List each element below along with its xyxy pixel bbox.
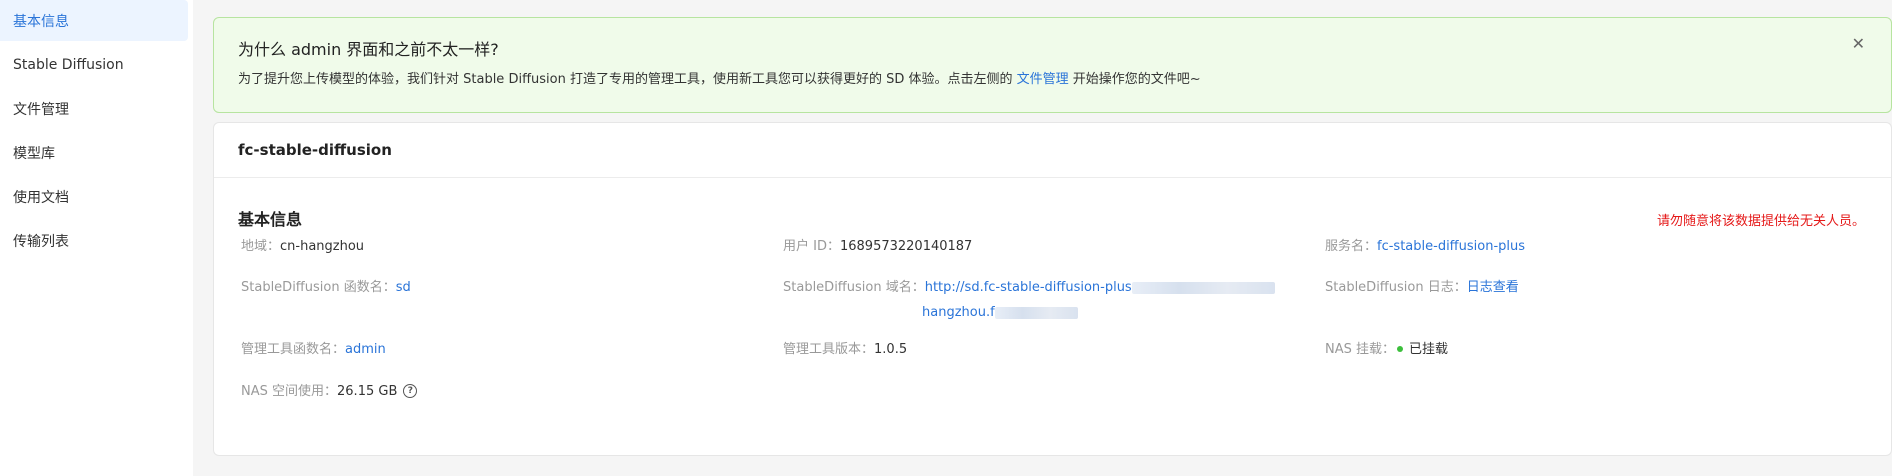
field-label: 用户 ID： bbox=[783, 239, 840, 254]
info-alert: 为什么 admin 界面和之前不太一样? 为了提升您上传模型的体验，我们针对 S… bbox=[213, 17, 1892, 113]
service-card: fc-stable-diffusion 基本信息 请勿随意将该数据提供给无关人员… bbox=[213, 122, 1892, 456]
field-label: 管理工具函数名： bbox=[241, 342, 346, 357]
view-logs-link[interactable]: 日志查看 bbox=[1467, 280, 1519, 295]
alert-desc-suffix: 开始操作您的文件吧~ bbox=[1068, 72, 1201, 87]
field-label: 服务名： bbox=[1325, 239, 1378, 254]
question-circle-icon[interactable]: ? bbox=[403, 383, 418, 398]
field-nas-mount: NAS 挂载： 已挂载 bbox=[1325, 340, 1448, 360]
status-dot-icon bbox=[1397, 345, 1404, 352]
sidebar-item-model-library[interactable]: 模型库 bbox=[0, 132, 188, 173]
field-value: 1.0.5 bbox=[874, 342, 908, 357]
sidebar-item-basic-info[interactable]: 基本信息 bbox=[0, 0, 188, 41]
field-sd-domain: StableDiffusion 域名：http://sd.fc-stable-d… bbox=[783, 278, 1275, 298]
sidebar: 基本信息 Stable Diffusion 文件管理 模型库 使用文档 传输列表 bbox=[0, 0, 193, 476]
sidebar-item-label: 基本信息 bbox=[13, 13, 69, 30]
sd-function-link[interactable]: sd bbox=[396, 280, 411, 295]
field-admin-version: 管理工具版本：1.0.5 bbox=[783, 340, 907, 360]
sd-domain-link-line2[interactable]: hangzhou.f bbox=[922, 305, 995, 320]
sidebar-item-label: 传输列表 bbox=[13, 233, 69, 250]
alert-description: 为了提升您上传模型的体验，我们针对 Stable Diffusion 打造了专用… bbox=[238, 70, 1891, 90]
sidebar-item-file-management[interactable]: 文件管理 bbox=[0, 88, 188, 129]
sidebar-item-stable-diffusion[interactable]: Stable Diffusion bbox=[0, 44, 188, 85]
close-icon[interactable]: ✕ bbox=[1852, 36, 1865, 52]
field-user-id: 用户 ID：1689573220140187 bbox=[783, 237, 972, 257]
card-header: fc-stable-diffusion bbox=[214, 123, 1891, 178]
field-label: 管理工具版本： bbox=[783, 342, 875, 357]
field-label: NAS 空间使用： bbox=[241, 384, 338, 399]
field-label: 地域： bbox=[241, 239, 281, 254]
alert-desc-prefix: 为了提升您上传模型的体验，我们针对 Stable Diffusion 打造了专用… bbox=[238, 72, 1017, 87]
service-name-link[interactable]: fc-stable-diffusion-plus bbox=[1377, 239, 1525, 254]
sidebar-item-label: 模型库 bbox=[13, 145, 55, 162]
sidebar-item-label: Stable Diffusion bbox=[13, 56, 124, 73]
field-sd-log: StableDiffusion 日志：日志查看 bbox=[1325, 278, 1519, 298]
field-sd-function: StableDiffusion 函数名：sd bbox=[241, 278, 411, 298]
main-content: 为什么 admin 界面和之前不太一样? 为了提升您上传模型的体验，我们针对 S… bbox=[213, 17, 1892, 456]
redacted-blur bbox=[994, 306, 1078, 319]
field-service-name: 服务名：fc-stable-diffusion-plus bbox=[1325, 237, 1525, 257]
field-admin-function: 管理工具函数名：admin bbox=[241, 340, 386, 360]
admin-function-link[interactable]: admin bbox=[345, 342, 386, 357]
field-label: StableDiffusion 函数名： bbox=[241, 280, 396, 295]
field-label: NAS 挂载： bbox=[1325, 342, 1396, 357]
field-nas-usage: NAS 空间使用：26.15 GB? bbox=[241, 382, 418, 402]
field-region: 地域：cn-hangzhou bbox=[241, 237, 364, 257]
section-title: 基本信息 bbox=[238, 210, 303, 229]
file-management-link[interactable]: 文件管理 bbox=[1017, 72, 1069, 87]
field-value: 1689573220140187 bbox=[839, 239, 973, 254]
sidebar-item-label: 文件管理 bbox=[13, 101, 69, 118]
field-value: cn-hangzhou bbox=[280, 239, 365, 254]
warning-text: 请勿随意将该数据提供给无关人员。 bbox=[1656, 214, 1865, 229]
sidebar-item-docs[interactable]: 使用文档 bbox=[0, 176, 188, 217]
field-sd-domain-line2: hangzhou.f bbox=[922, 303, 1078, 323]
field-label: StableDiffusion 域名： bbox=[783, 280, 925, 295]
field-value: 26.15 GB bbox=[337, 384, 398, 399]
field-label: StableDiffusion 日志： bbox=[1325, 280, 1467, 295]
redacted-blur bbox=[1131, 281, 1275, 294]
sidebar-item-label: 使用文档 bbox=[13, 189, 69, 206]
sd-domain-link[interactable]: http://sd.fc-stable-diffusion-plus bbox=[925, 280, 1132, 295]
sidebar-item-transfer-list[interactable]: 传输列表 bbox=[0, 220, 188, 261]
nas-mount-status: 已挂载 bbox=[1409, 342, 1449, 357]
alert-title: 为什么 admin 界面和之前不太一样? bbox=[238, 40, 499, 59]
